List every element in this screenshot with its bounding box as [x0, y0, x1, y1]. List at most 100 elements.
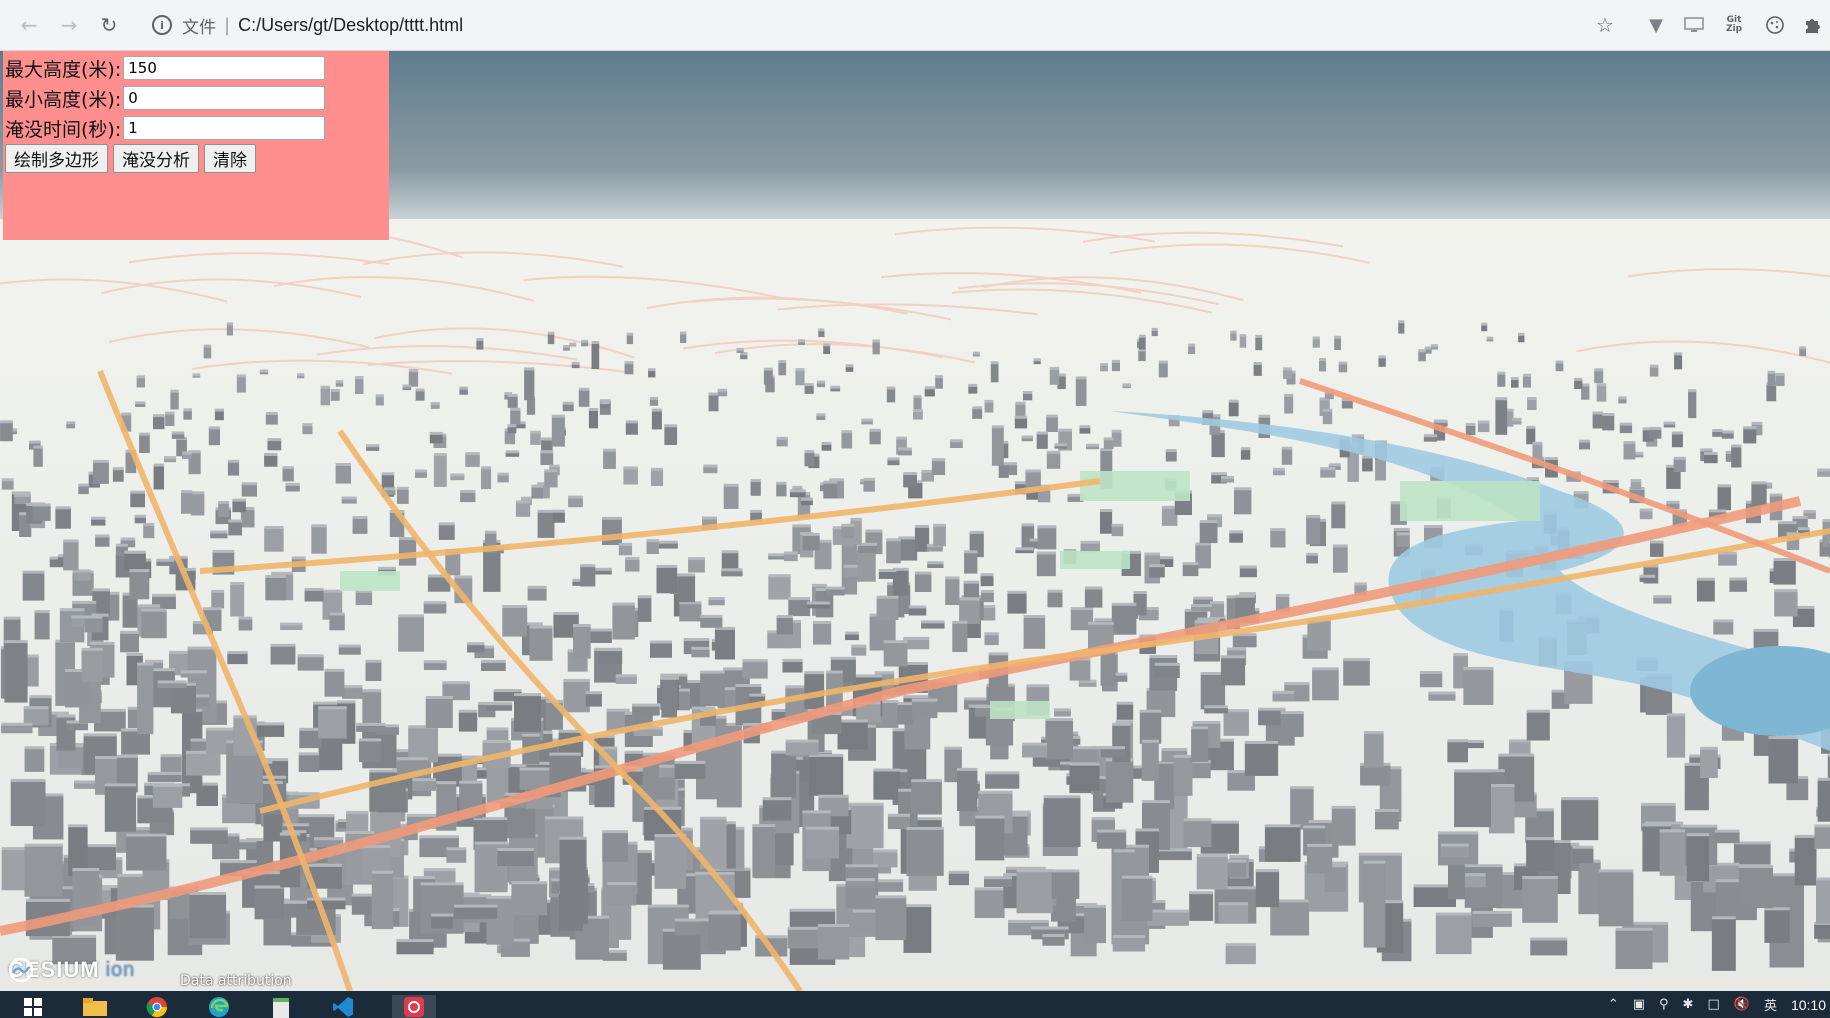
- building-top: [950, 439, 963, 443]
- reload-icon[interactable]: ↻: [94, 10, 124, 40]
- max-height-input[interactable]: [123, 56, 326, 80]
- building-front: [1007, 592, 1027, 614]
- windows-start-icon[interactable]: [20, 995, 46, 1018]
- building-top: [612, 602, 635, 606]
- building-top: [1228, 399, 1239, 403]
- building-top: [723, 483, 739, 487]
- building-front: [1047, 591, 1063, 608]
- tray-language[interactable]: 英: [1764, 995, 1777, 1014]
- building-front: [869, 430, 881, 445]
- building-top: [510, 407, 521, 411]
- building-top: [792, 485, 803, 489]
- building-front: [1112, 937, 1146, 952]
- gitzip-icon[interactable]: Git Zip: [1721, 12, 1747, 38]
- building-front: [1671, 433, 1683, 448]
- flood-analysis-button[interactable]: 淹没分析: [113, 144, 199, 173]
- tray-clock[interactable]: 10:10: [1791, 997, 1826, 1013]
- tray-network-icon[interactable]: ▣: [1633, 997, 1645, 1012]
- building-top: [1154, 662, 1180, 666]
- flood-control-panel: 最大高度(米): 最小高度(米): 淹没时间(秒): 绘制多边形 淹没分析 清除: [3, 51, 389, 240]
- building-front: [778, 362, 787, 376]
- edge-icon[interactable]: [206, 995, 232, 1018]
- flood-time-input[interactable]: [123, 116, 326, 140]
- screen-icon[interactable]: [1681, 12, 1707, 38]
- clear-button[interactable]: 清除: [204, 144, 256, 173]
- tray-display-icon[interactable]: □: [1707, 997, 1719, 1012]
- building-top: [1713, 619, 1734, 623]
- building-top: [1630, 479, 1642, 483]
- building-top: [782, 658, 803, 662]
- building-front: [863, 479, 875, 492]
- tray-volume-icon[interactable]: 🔇: [1734, 997, 1750, 1012]
- building-front: [1526, 839, 1555, 872]
- building-top: [876, 595, 899, 599]
- building-front: [1592, 413, 1604, 429]
- building-front: [618, 544, 633, 556]
- building-top: [1721, 430, 1734, 434]
- building-top: [1666, 713, 1686, 717]
- building-top: [1596, 383, 1607, 387]
- building-top: [948, 870, 969, 874]
- data-attribution-link[interactable]: Data attribution: [180, 973, 292, 989]
- cesium-logo[interactable]: CESIUM ion: [8, 957, 135, 983]
- building-top: [139, 432, 150, 436]
- building-front: [1639, 510, 1653, 520]
- building-front: [1814, 923, 1830, 939]
- building-front: [883, 642, 908, 667]
- building-front: [688, 559, 705, 573]
- building-top: [1822, 519, 1830, 523]
- puzzle-icon[interactable]: [1800, 12, 1826, 38]
- building-top: [137, 604, 161, 608]
- building-front: [547, 333, 555, 345]
- file-explorer-icon[interactable]: [82, 995, 108, 1018]
- building-top: [1046, 450, 1061, 454]
- tray-chevron-icon[interactable]: ⌃: [1608, 997, 1619, 1012]
- building-top: [615, 674, 637, 678]
- draw-polygon-button[interactable]: 绘制多边形: [5, 144, 108, 173]
- notepad-icon[interactable]: [268, 995, 294, 1018]
- building-top: [356, 722, 386, 726]
- info-icon[interactable]: i: [152, 15, 172, 35]
- building-top: [1338, 361, 1348, 365]
- building-front: [1189, 893, 1214, 921]
- building-front: [1046, 452, 1061, 469]
- building-top: [749, 693, 766, 697]
- building-top: [1532, 441, 1543, 445]
- building-top: [1334, 335, 1341, 339]
- building-top: [1, 478, 14, 482]
- building-front: [1188, 345, 1196, 354]
- forward-arrow-icon[interactable]: →: [54, 10, 84, 40]
- tray-bluetooth-icon[interactable]: ✱: [1683, 997, 1694, 1012]
- building-top: [313, 701, 342, 705]
- min-height-input[interactable]: [123, 86, 326, 110]
- back-arrow-icon[interactable]: ←: [14, 10, 44, 40]
- address-bar[interactable]: i 文件 | C:/Users/gt/Desktop/tttt.html: [140, 8, 1580, 42]
- building-front: [984, 401, 994, 413]
- building-top: [903, 695, 930, 699]
- cookie-icon[interactable]: [1762, 12, 1788, 38]
- building-front: [1158, 362, 1168, 378]
- building-top: [588, 408, 598, 411]
- extension-v-icon[interactable]: ▼: [1643, 12, 1669, 38]
- chrome-icon[interactable]: [144, 995, 170, 1018]
- building-front: [254, 887, 284, 920]
- building-front: [703, 466, 718, 474]
- building-front: [465, 454, 480, 467]
- building-front: [335, 465, 351, 484]
- building-top: [825, 586, 845, 590]
- tray-search-icon[interactable]: ⚲: [1659, 997, 1669, 1012]
- building-top: [124, 550, 146, 554]
- building-top: [433, 453, 447, 457]
- app-icon[interactable]: [392, 995, 436, 1018]
- building-top: [1046, 414, 1058, 418]
- building-top: [1814, 824, 1830, 828]
- building-front: [320, 387, 331, 406]
- building-top: [702, 516, 717, 520]
- building-top: [1239, 334, 1247, 338]
- vscode-icon[interactable]: [330, 995, 356, 1018]
- building-top: [990, 361, 999, 365]
- building-top: [481, 659, 506, 663]
- building-top: [291, 556, 306, 560]
- star-icon[interactable]: ☆: [1592, 12, 1618, 38]
- address-url[interactable]: C:/Users/gt/Desktop/tttt.html: [238, 15, 463, 36]
